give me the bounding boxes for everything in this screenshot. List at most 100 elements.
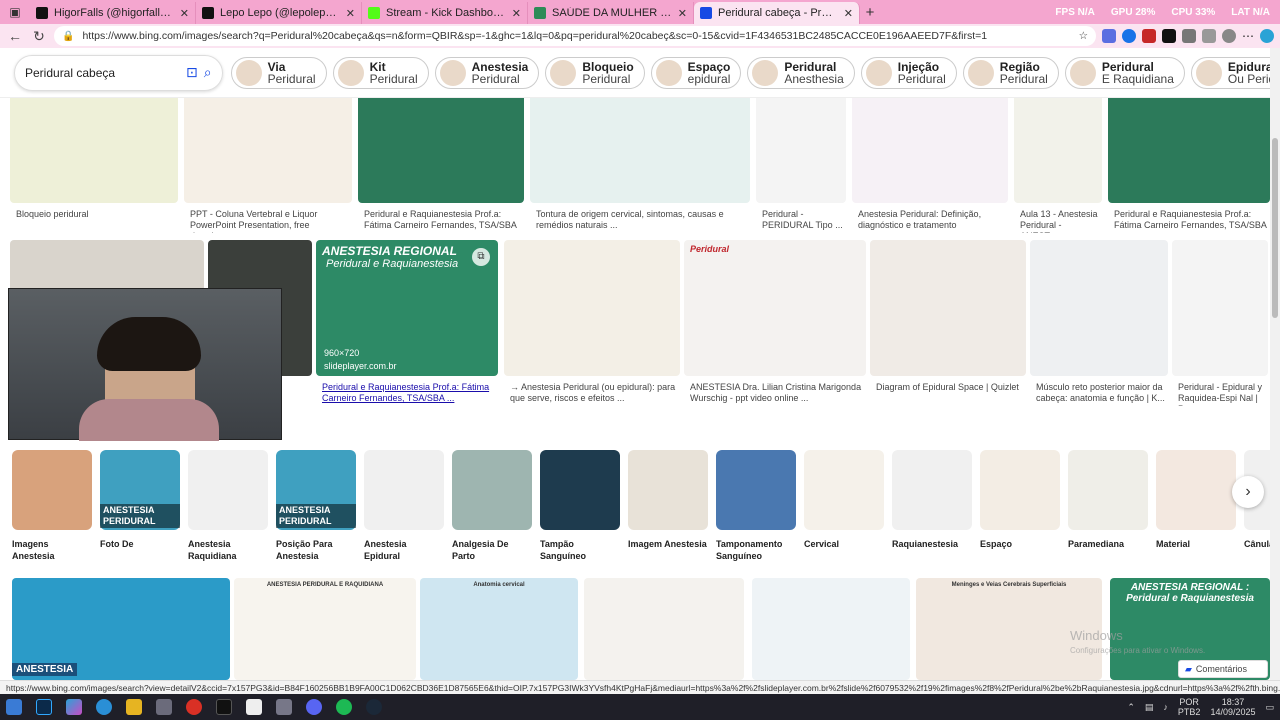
related-search-item[interactable]: Raquianestesia [892, 450, 972, 550]
image-caption[interactable]: ANESTESIA Dra. Lilian Cristina Marigonda… [690, 382, 864, 406]
volume-icon[interactable]: ♪ [1163, 702, 1168, 712]
close-icon[interactable]: ✕ [678, 7, 687, 20]
search-icon[interactable]: ⌕ [204, 64, 212, 81]
photoshop-icon[interactable] [36, 699, 52, 715]
more-icon[interactable]: ⋯ [1242, 29, 1254, 43]
image-result[interactable]: ANESTESIA REGIONAL Peridural e Raquianest… [316, 240, 498, 410]
spotify-icon[interactable] [336, 699, 352, 715]
image-result[interactable]: Músculo reto posterior maior da cabeça: … [1030, 240, 1168, 410]
close-icon[interactable]: ✕ [346, 7, 355, 20]
related-thumbnail[interactable] [452, 450, 532, 530]
carousel-next-button[interactable]: › [1232, 476, 1264, 508]
related-thumbnail[interactable] [1156, 450, 1236, 530]
related-search-item[interactable]: Tamponamento Sanguíneo [716, 450, 796, 562]
image-result[interactable]: Peridural e Raquianestesia Prof.a: Fátim… [1108, 88, 1270, 238]
related-search-item[interactable]: Tampão Sanguíneo [540, 450, 620, 562]
related-label[interactable]: Tamponamento Sanguíneo [716, 538, 796, 562]
refresh-icon[interactable]: ↻ [30, 28, 48, 45]
image-caption[interactable]: → Anestesia Peridural (ou epidural): par… [510, 382, 678, 406]
image-result[interactable]: Aula 13 - Anestesia Peridural - ANEST... [1014, 88, 1102, 238]
related-label[interactable]: Posição Para Anestesia [276, 538, 356, 562]
related-label[interactable]: Analgesia De Parto [452, 538, 532, 562]
image-thumbnail[interactable]: Anatomia cervical [420, 578, 578, 680]
related-label[interactable]: Imagens Anestesia [12, 538, 92, 562]
browser-tab[interactable]: Lepo Lepo (@lepolepo_y) começ ✕ [196, 2, 362, 24]
vm-icon[interactable] [276, 699, 292, 715]
browser-tab[interactable]: HigorFalls (@higorfalls) começo ✕ [30, 2, 196, 24]
related-thumbnail[interactable]: ANESTESIA PERIDURAL [276, 450, 356, 530]
related-search-item[interactable]: Anestesia Raquidiana [188, 450, 268, 562]
image-caption[interactable]: Peridural e Raquianestesia Prof.a: Fátim… [1114, 209, 1268, 233]
notification-icon[interactable]: ▭ [1265, 702, 1274, 713]
page-scrollbar[interactable] [1270, 48, 1280, 680]
image-result[interactable]: Bloqueio peridural [10, 88, 178, 238]
image-thumbnail[interactable] [504, 240, 680, 376]
clock[interactable]: 18:37 14/09/2025 [1210, 697, 1255, 717]
related-label[interactable]: Tampão Sanguíneo [540, 538, 620, 562]
related-label[interactable]: Imagem Anestesia [628, 538, 708, 550]
close-icon[interactable]: ✕ [180, 7, 189, 20]
related-label[interactable]: Anestesia Epidural [364, 538, 444, 562]
image-result[interactable]: Anestesia Peridural: Definição, diagnóst… [852, 88, 1008, 238]
steam-icon[interactable] [366, 699, 382, 715]
search-input[interactable] [25, 65, 180, 80]
image-thumbnail[interactable] [752, 578, 910, 680]
related-search-item[interactable]: ANESTESIA PERIDURAL Posição Para Anestesi… [276, 450, 356, 562]
related-thumbnail[interactable] [980, 450, 1060, 530]
image-result[interactable]: ANESTESIA [12, 578, 230, 680]
related-thumbnail[interactable] [716, 450, 796, 530]
new-tab-icon[interactable]: + [860, 4, 880, 21]
related-search-item[interactable]: Paramediana [1068, 450, 1148, 550]
copy-icon[interactable]: ⧉ [472, 248, 490, 266]
image-thumbnail[interactable] [530, 88, 750, 203]
image-caption[interactable]: Peridural - Epidural y Raquidea-Espi Nal… [1178, 382, 1266, 406]
discord-icon[interactable] [306, 699, 322, 715]
related-search-item[interactable]: Imagem Anestesia [628, 450, 708, 550]
image-caption[interactable]: PPT - Coluna Vertebral e Liquor PowerPoi… [190, 209, 350, 233]
figma-icon[interactable] [216, 699, 232, 715]
image-result[interactable]: ANESTESIA PERIDURAL E RAQUIDIANA [234, 578, 416, 680]
related-thumbnail[interactable] [804, 450, 884, 530]
image-result[interactable] [584, 578, 744, 680]
image-thumbnail[interactable]: ANESTESIA PERIDURAL E RAQUIDIANA [234, 578, 416, 680]
image-thumbnail[interactable] [870, 240, 1026, 376]
related-search-item[interactable]: Material [1156, 450, 1236, 550]
related-label[interactable]: Foto De [100, 538, 180, 550]
profile-icon[interactable] [1222, 29, 1236, 43]
image-caption[interactable]: Músculo reto posterior maior da cabeça: … [1036, 382, 1166, 406]
browser-tab[interactable]: SAÚDE DA MULHER 2 2025.2 - G ✕ [528, 2, 694, 24]
image-thumbnail[interactable] [584, 578, 744, 680]
defender-icon[interactable] [156, 699, 172, 715]
image-caption[interactable]: Peridural - PERIDURAL Tipo ... [762, 209, 844, 233]
related-label[interactable]: Espaço [980, 538, 1060, 550]
related-search-item[interactable]: Analgesia De Parto [452, 450, 532, 562]
image-caption[interactable]: Aula 13 - Anestesia Peridural - ANEST... [1020, 209, 1100, 233]
image-thumbnail[interactable]: Peridural [684, 240, 866, 376]
image-thumbnail[interactable] [358, 88, 524, 203]
image-caption[interactable]: Peridural e Raquianestesia Prof.a: Fátim… [322, 382, 496, 406]
image-caption[interactable]: Anestesia Peridural: Definição, diagnóst… [858, 209, 1006, 233]
image-caption[interactable]: Diagram of Epidural Space | Quizlet [876, 382, 1024, 406]
image-result[interactable]: → Anestesia Peridural (ou epidural): par… [504, 240, 680, 410]
related-search-item[interactable]: ANESTESIA PERIDURAL Foto De [100, 450, 180, 550]
extension-icon[interactable] [1102, 29, 1116, 43]
edge-icon[interactable] [96, 699, 112, 715]
image-result[interactable]: Peridural e Raquianestesia Prof.a: Fátim… [358, 88, 524, 238]
image-caption[interactable]: Bloqueio peridural [16, 209, 176, 233]
image-result[interactable]: Peridural - Epidural y Raquidea-Espi Nal… [1172, 240, 1268, 410]
related-thumbnail[interactable] [892, 450, 972, 530]
image-thumbnail[interactable] [1014, 88, 1102, 203]
related-label[interactable]: Cervical [804, 538, 884, 550]
related-thumbnail[interactable] [188, 450, 268, 530]
capcut-icon[interactable] [246, 699, 262, 715]
suggestion-chip[interactable]: Via Peridural [230, 56, 327, 89]
related-search-item[interactable]: Imagens Anestesia [12, 450, 92, 562]
image-result[interactable]: Anatomia cervical [420, 578, 578, 680]
image-thumbnail[interactable] [852, 88, 1008, 203]
image-result[interactable]: Peridural ANESTESIA Dra. Lilian Cristina … [684, 240, 866, 410]
suggestion-chip[interactable]: EpiduralOu Peridural [1190, 56, 1280, 89]
visual-search-icon[interactable]: ⊡ [186, 64, 198, 81]
browser-tab[interactable]: Stream - Kick Dashboard ✕ [362, 2, 528, 24]
browser-tab-active[interactable]: Peridural cabeça - Procurar Imag ✕ [694, 2, 860, 24]
windows-icon[interactable] [6, 699, 22, 715]
